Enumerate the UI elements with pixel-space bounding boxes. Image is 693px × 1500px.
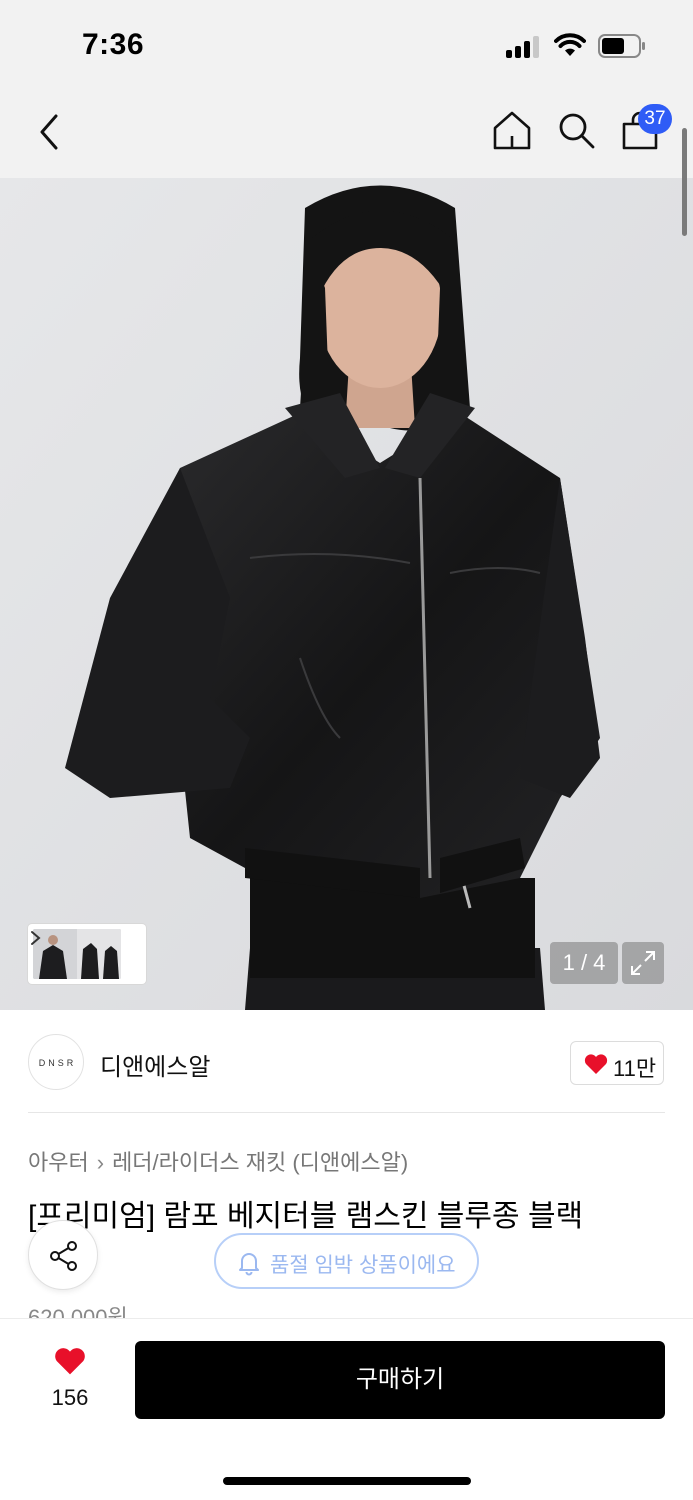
thumbnail-strip[interactable] [28, 924, 146, 984]
signal-icon [506, 34, 542, 58]
wifi-icon [554, 33, 586, 56]
expand-icon [631, 951, 655, 975]
top-nav-bar [0, 90, 693, 178]
product-photo [0, 178, 693, 1010]
product-image-gallery[interactable]: 1 / 4 [0, 178, 693, 1010]
bottom-action-bar: 156 구매하기 [0, 1318, 693, 1500]
battery-icon [598, 34, 645, 58]
home-indicator [223, 1477, 471, 1485]
product-title: [프리미엄] 람포 베지터블 램스킨 블루종 블랙 [28, 1200, 584, 1233]
brand-like-button[interactable]: 11만 [570, 1041, 664, 1085]
like-count: 156 [51, 1385, 89, 1410]
brand-like-count: 11만 [613, 1056, 657, 1081]
share-button[interactable] [28, 1220, 98, 1290]
brand-name[interactable]: 디앤에스알 [100, 1047, 210, 1082]
share-icon [50, 1241, 77, 1271]
product-price: 620,000원 [28, 1305, 128, 1318]
home-icon[interactable] [490, 108, 534, 152]
bell-icon [239, 1253, 259, 1276]
breadcrumb: 아우터 › 레더/라이더스 재킷 (디앤에스알) [28, 1145, 408, 1177]
brand-logo[interactable]: DNSR [28, 1034, 84, 1090]
thumbnail-image[interactable] [33, 929, 121, 979]
breadcrumb-category[interactable]: 아우터 [28, 1150, 89, 1175]
buy-button[interactable]: 구매하기 [135, 1341, 665, 1419]
chevron-right-icon[interactable] [28, 924, 44, 952]
expand-button[interactable] [622, 942, 664, 984]
back-icon[interactable] [30, 110, 70, 154]
heart-icon [584, 1054, 608, 1074]
cart-count-badge: 37 [638, 104, 672, 134]
heart-icon [55, 1348, 85, 1375]
search-icon[interactable] [554, 108, 598, 152]
status-time: 7:36 [82, 28, 145, 61]
status-bar: 7:36 [0, 0, 693, 90]
like-button[interactable]: 156 [40, 1341, 100, 1421]
divider [28, 1112, 665, 1113]
restock-notice-text: 품절 임박 상품이에요 [270, 1254, 456, 1277]
breadcrumb-separator-icon: › [96, 1150, 105, 1175]
breadcrumb-subcategory[interactable]: 레더/라이더스 재킷 (디앤에스알) [112, 1150, 408, 1175]
image-counter: 1 / 4 [550, 942, 618, 984]
restock-notice[interactable]: 품절 임박 상품이에요 [214, 1233, 479, 1289]
scroll-indicator[interactable] [682, 128, 687, 236]
